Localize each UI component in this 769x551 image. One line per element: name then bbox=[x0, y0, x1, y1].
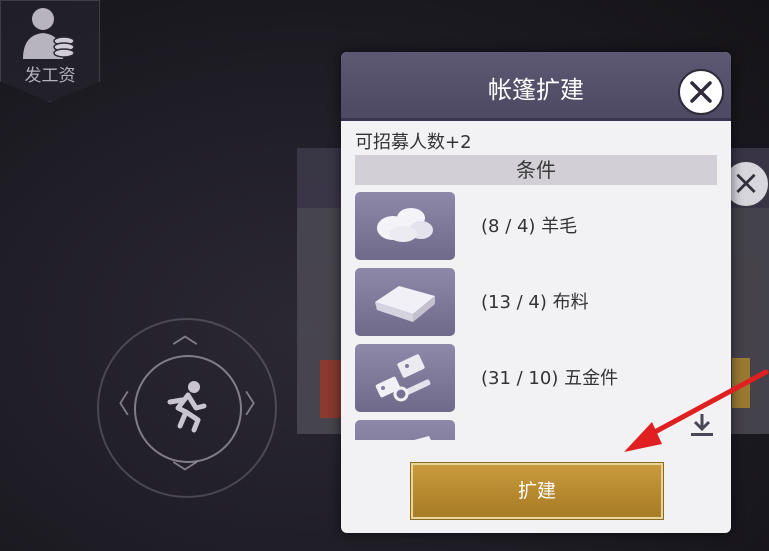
pay-wages-label: 发工资 bbox=[24, 66, 76, 86]
wool-icon bbox=[377, 208, 433, 242]
cloth-thumbnail bbox=[355, 268, 455, 336]
requirement-item: (8 / 4) 羊毛 bbox=[355, 192, 717, 262]
run-icon bbox=[167, 381, 207, 433]
tent-expand-dialog: 帐篷扩建 可招募人数+2 条件 (8 / 4) 羊毛 (13 / 4) 布料 (… bbox=[341, 52, 731, 533]
close-icon bbox=[690, 81, 712, 103]
chevron-up-icon: ︿ bbox=[172, 320, 199, 350]
requirement-text: (31 / 10) 五金件 bbox=[481, 368, 619, 389]
conditions-header: 条件 bbox=[355, 155, 717, 185]
hardware-thumbnail bbox=[355, 344, 455, 412]
pointer-arrow-icon bbox=[624, 369, 769, 452]
pay-wages-button[interactable]: 发工资 bbox=[0, 0, 100, 102]
chevron-right-icon: 〉 bbox=[244, 390, 271, 420]
worker-coins-icon bbox=[23, 8, 75, 59]
requirement-text: (13 / 4) 布料 bbox=[481, 292, 589, 313]
requirement-text: (8 / 4) 羊毛 bbox=[481, 216, 578, 237]
cloth-icon bbox=[375, 286, 435, 322]
plank-thumbnail bbox=[355, 420, 455, 440]
dialog-header: 帐篷扩建 bbox=[341, 52, 731, 121]
dialog-title: 帐篷扩建 bbox=[488, 76, 584, 104]
benefit-text: 可招募人数+2 bbox=[355, 132, 472, 153]
chevron-left-icon: 〈 bbox=[104, 390, 131, 420]
wool-thumbnail bbox=[355, 192, 455, 260]
requirement-item: (13 / 4) 布料 bbox=[355, 268, 717, 338]
chevron-down-icon: ﹀ bbox=[172, 460, 199, 490]
plank-icon bbox=[414, 436, 431, 440]
expand-button[interactable]: 扩建 bbox=[411, 463, 663, 519]
close-button[interactable] bbox=[678, 69, 724, 115]
hardware-icon bbox=[375, 354, 431, 402]
